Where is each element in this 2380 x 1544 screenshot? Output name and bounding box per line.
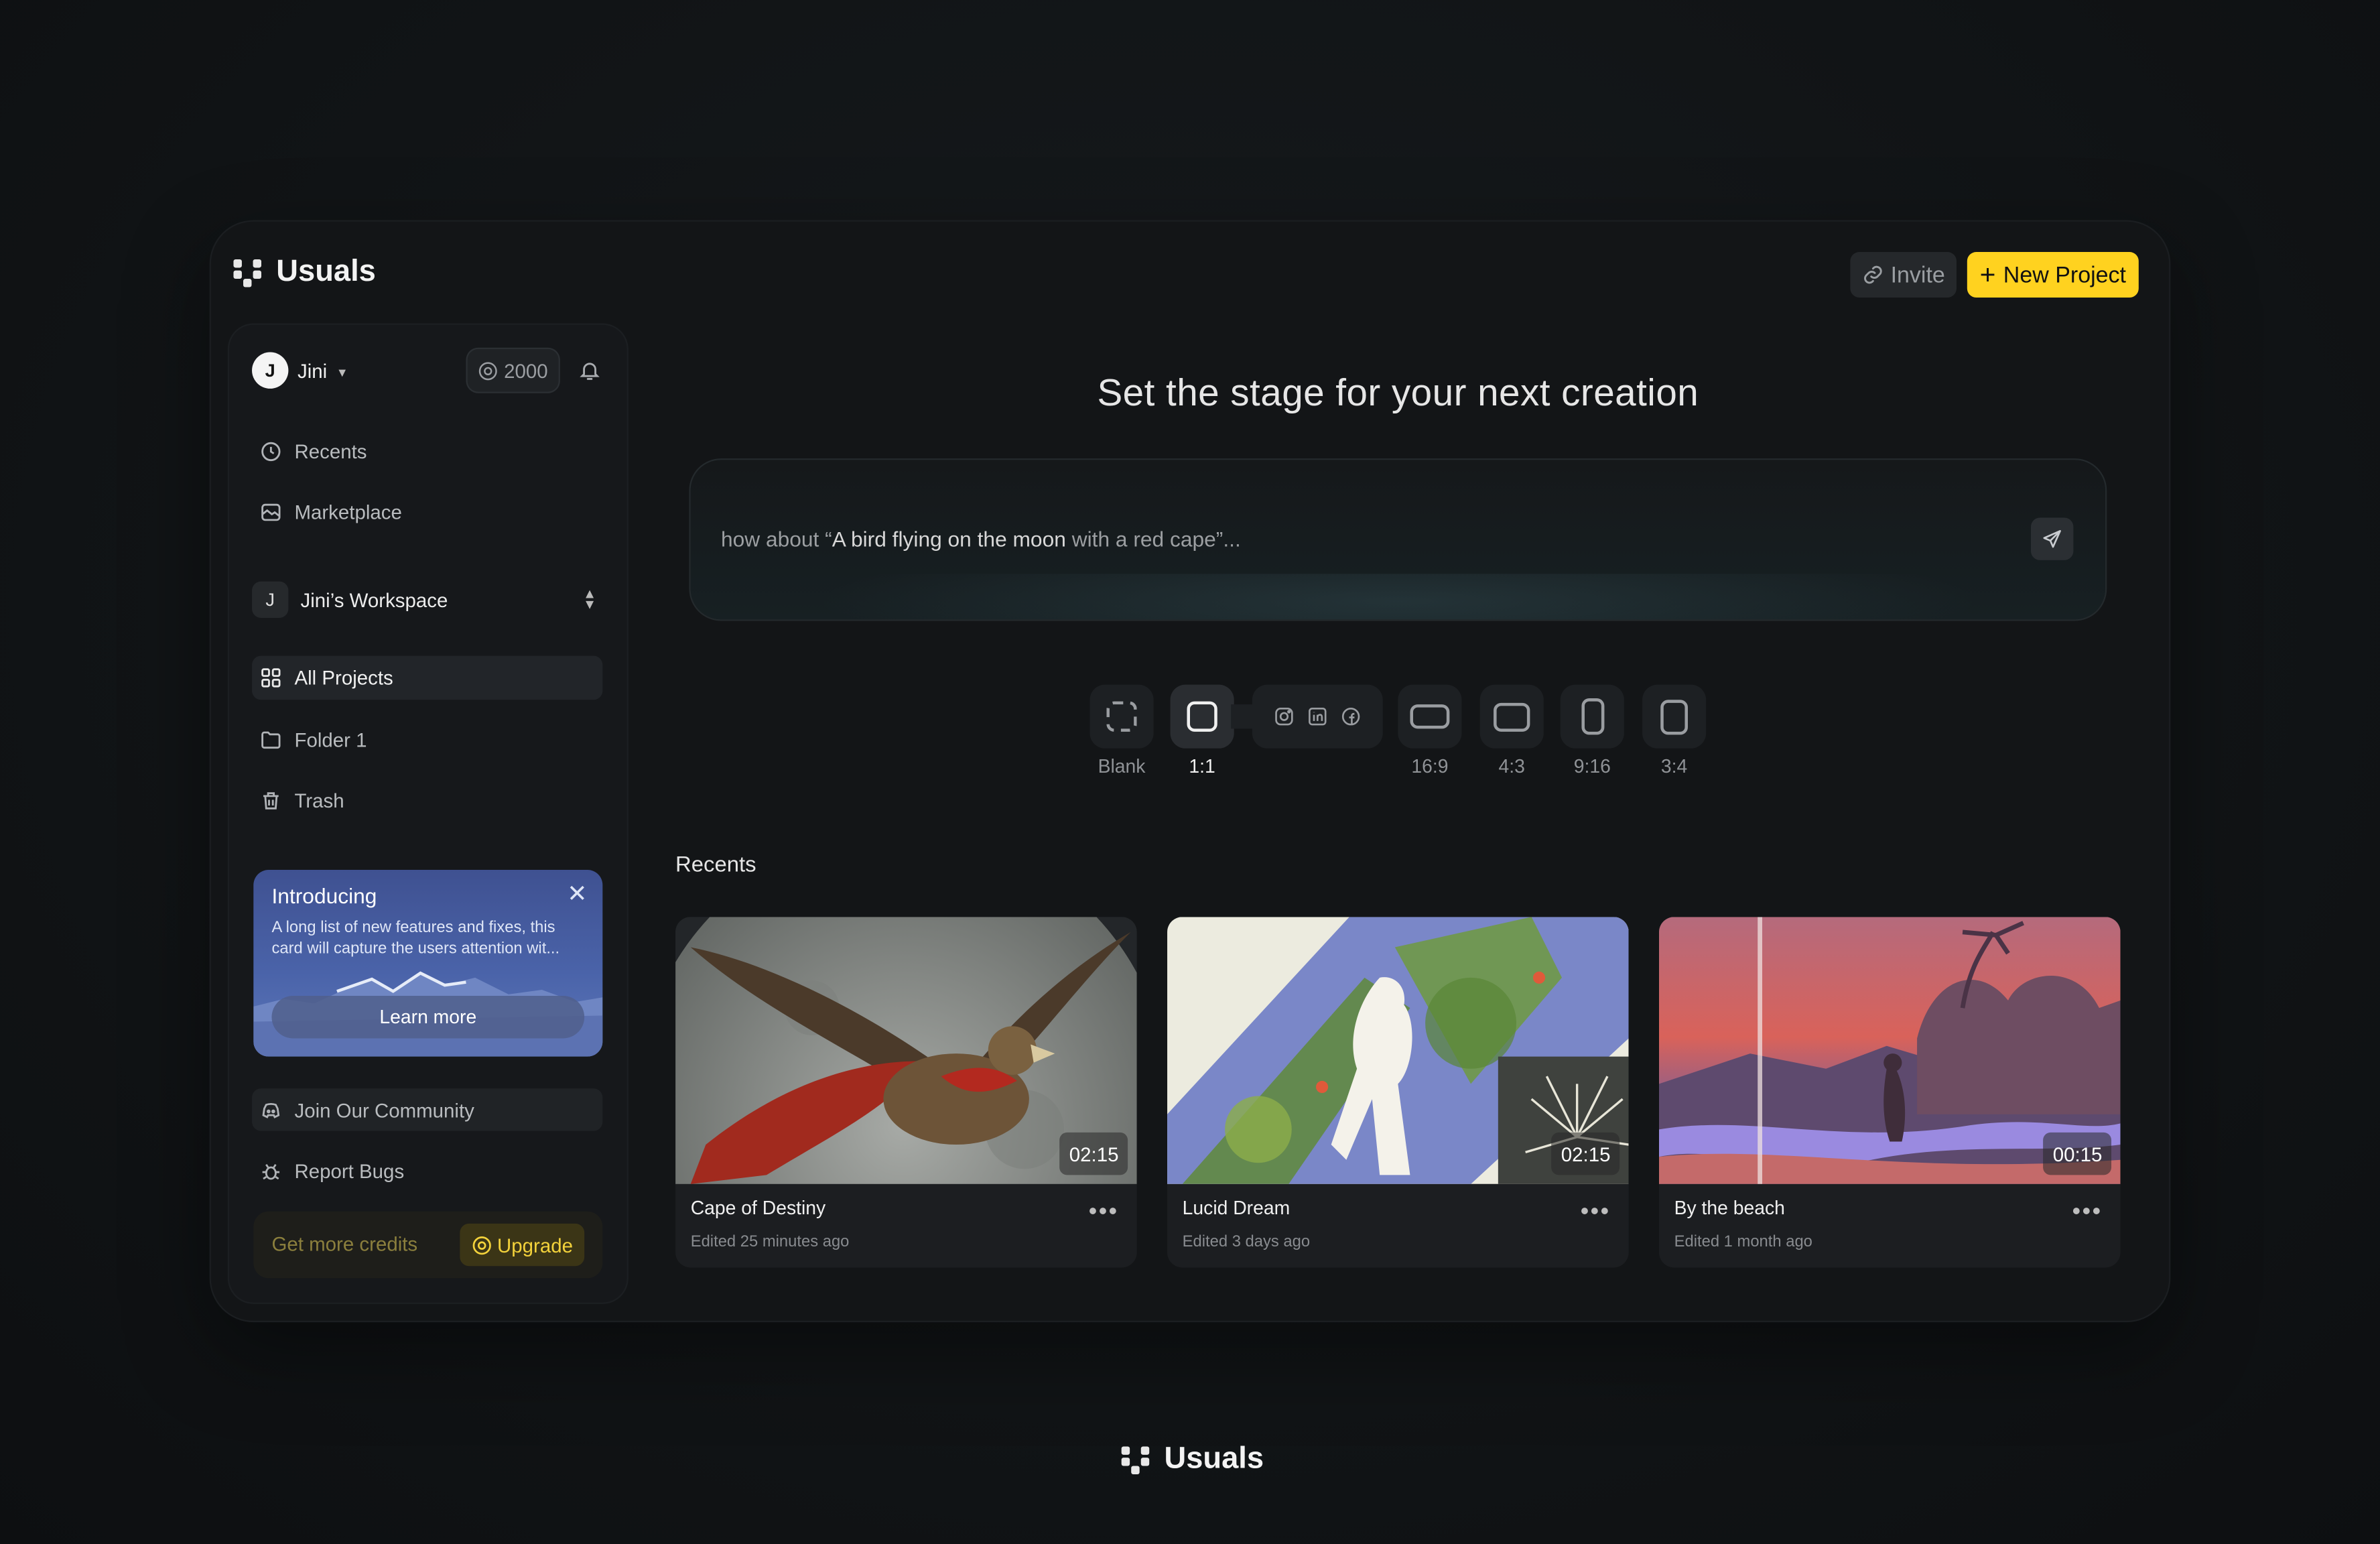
nav-folder-1-label: Folder 1: [294, 728, 367, 752]
learn-more-button[interactable]: Learn more: [271, 996, 585, 1039]
coin-icon: [478, 361, 497, 380]
project-card[interactable]: 02:15 Cape of Destiny Edited 25 minutes …: [675, 917, 1137, 1268]
ratio-label: 9:16: [1573, 756, 1611, 777]
more-options-icon[interactable]: •••: [2072, 1200, 2103, 1227]
invite-label: Invite: [1890, 261, 1945, 288]
new-project-label: New Project: [2003, 261, 2126, 288]
coin-icon: [472, 1235, 490, 1254]
workspace-name: Jini’s Workspace: [300, 588, 448, 611]
image-icon: [261, 503, 281, 521]
ratio-label: 1:1: [1189, 756, 1215, 777]
send-icon: [2043, 529, 2061, 548]
link-icon: [1863, 265, 1881, 284]
ratio-1-1-button[interactable]: [1170, 684, 1234, 749]
page-headline: Set the stage for your next creation: [1097, 371, 1699, 415]
folder-icon: [261, 731, 281, 749]
recents-title: Recents: [675, 853, 756, 878]
linkedin-icon[interactable]: [1307, 706, 1328, 727]
bug-icon: [262, 1163, 280, 1180]
ratio-label: 16:9: [1411, 756, 1449, 777]
promo-title: Introducing: [271, 883, 377, 908]
prompt-placeholder: how about “A bird flying on the moon wit…: [721, 527, 1241, 552]
facebook-icon[interactable]: [1340, 706, 1362, 727]
project-card[interactable]: 00:15 By the beach Edited 1 month ago ••…: [1658, 917, 2121, 1268]
tall-frame-icon: [1581, 698, 1604, 735]
social-presets[interactable]: [1252, 684, 1383, 749]
close-icon[interactable]: ✕: [567, 879, 587, 909]
chevron-updown-icon: ▲ ▼: [583, 586, 597, 612]
duration-badge: 02:15: [1060, 1132, 1128, 1175]
user-name: Jini: [297, 359, 328, 382]
ratio-9-16-button[interactable]: [1560, 684, 1624, 749]
more-options-icon[interactable]: •••: [1581, 1200, 1611, 1227]
avatar: J: [252, 352, 289, 389]
ratio-16-9-button[interactable]: [1398, 684, 1462, 749]
project-card[interactable]: 02:15 Lucid Dream Edited 3 days ago •••: [1167, 917, 1629, 1268]
nav-trash[interactable]: Trash: [252, 779, 602, 823]
community-label: Join Our Community: [294, 1098, 474, 1121]
new-project-button[interactable]: + New Project: [1967, 252, 2139, 298]
ratio-blank-button[interactable]: [1089, 684, 1154, 749]
promo-description: A long list of new features and fixes, t…: [271, 918, 560, 958]
promo-card: Introducing A long list of new features …: [253, 870, 603, 1057]
footer-app-name: Usuals: [1164, 1442, 1264, 1476]
blank-frame-icon: [1106, 701, 1137, 732]
nav-marketplace-label: Marketplace: [294, 501, 402, 524]
portrait-frame-icon: [1660, 699, 1689, 734]
clock-icon: [261, 442, 281, 462]
grid-icon: [261, 668, 281, 688]
footer-brand: Usuals: [1119, 1442, 1264, 1477]
nav-folder-1[interactable]: Folder 1: [252, 718, 602, 762]
ratio-label: 4:3: [1498, 756, 1525, 777]
report-bugs-label: Report Bugs: [294, 1159, 405, 1183]
workspace-avatar: J: [252, 581, 289, 618]
upgrade-label: Upgrade: [497, 1233, 574, 1257]
workspace-switcher[interactable]: J Jini’s Workspace ▲ ▼: [252, 581, 602, 618]
project-title: Cape of Destiny: [690, 1198, 826, 1220]
credits-count: 2000: [504, 359, 548, 382]
credits-badge[interactable]: 2000: [467, 349, 559, 392]
nav-all-projects-label: All Projects: [294, 666, 393, 690]
nav-marketplace[interactable]: Marketplace: [252, 491, 602, 535]
project-edited: Edited 3 days ago: [1182, 1232, 1311, 1251]
credits-prompt: Get more credits: [271, 1232, 418, 1256]
trash-icon: [263, 792, 279, 810]
app-brand: Usuals: [230, 255, 376, 290]
project-edited: Edited 1 month ago: [1674, 1232, 1812, 1251]
upgrade-panel: Get more credits Upgrade: [253, 1211, 603, 1279]
user-menu[interactable]: J Jini ▼: [252, 352, 348, 389]
bell-icon[interactable]: [578, 359, 601, 383]
project-title: Lucid Dream: [1182, 1198, 1291, 1220]
ratio-3-4-button[interactable]: [1642, 684, 1707, 749]
more-options-icon[interactable]: •••: [1089, 1200, 1119, 1227]
upgrade-button[interactable]: Upgrade: [460, 1223, 585, 1267]
project-title: By the beach: [1674, 1198, 1785, 1220]
landscape-frame-icon: [1494, 702, 1530, 731]
nav-recents-label: Recents: [294, 440, 367, 463]
duration-badge: 02:15: [1552, 1132, 1620, 1175]
join-community-link[interactable]: Join Our Community: [252, 1088, 603, 1131]
discord-icon: [262, 1102, 280, 1118]
invite-button[interactable]: Invite: [1850, 252, 1957, 298]
nav-trash-label: Trash: [294, 789, 344, 812]
square-frame-icon: [1187, 701, 1217, 732]
caret-down-icon: ▼: [336, 365, 348, 379]
instagram-icon[interactable]: [1274, 706, 1295, 727]
usuals-logo-icon: [1121, 1445, 1150, 1474]
app-name: Usuals: [276, 255, 376, 289]
ratio-label: Blank: [1098, 756, 1146, 777]
report-bugs-link[interactable]: Report Bugs: [252, 1149, 602, 1194]
wide-frame-icon: [1410, 704, 1450, 729]
prompt-input[interactable]: how about “A bird flying on the moon wit…: [690, 460, 2105, 620]
plus-icon: +: [1979, 259, 1996, 290]
send-button[interactable]: [2030, 517, 2074, 560]
usuals-logo-icon: [233, 258, 262, 287]
ratio-label: 3:4: [1660, 756, 1688, 777]
nav-all-projects[interactable]: All Projects: [252, 655, 603, 700]
project-edited: Edited 25 minutes ago: [690, 1232, 850, 1251]
ratio-4-3-button[interactable]: [1479, 684, 1544, 749]
duration-badge: 00:15: [2044, 1132, 2112, 1175]
nav-recents[interactable]: Recents: [252, 430, 602, 474]
prompt-glow: [811, 574, 1984, 620]
